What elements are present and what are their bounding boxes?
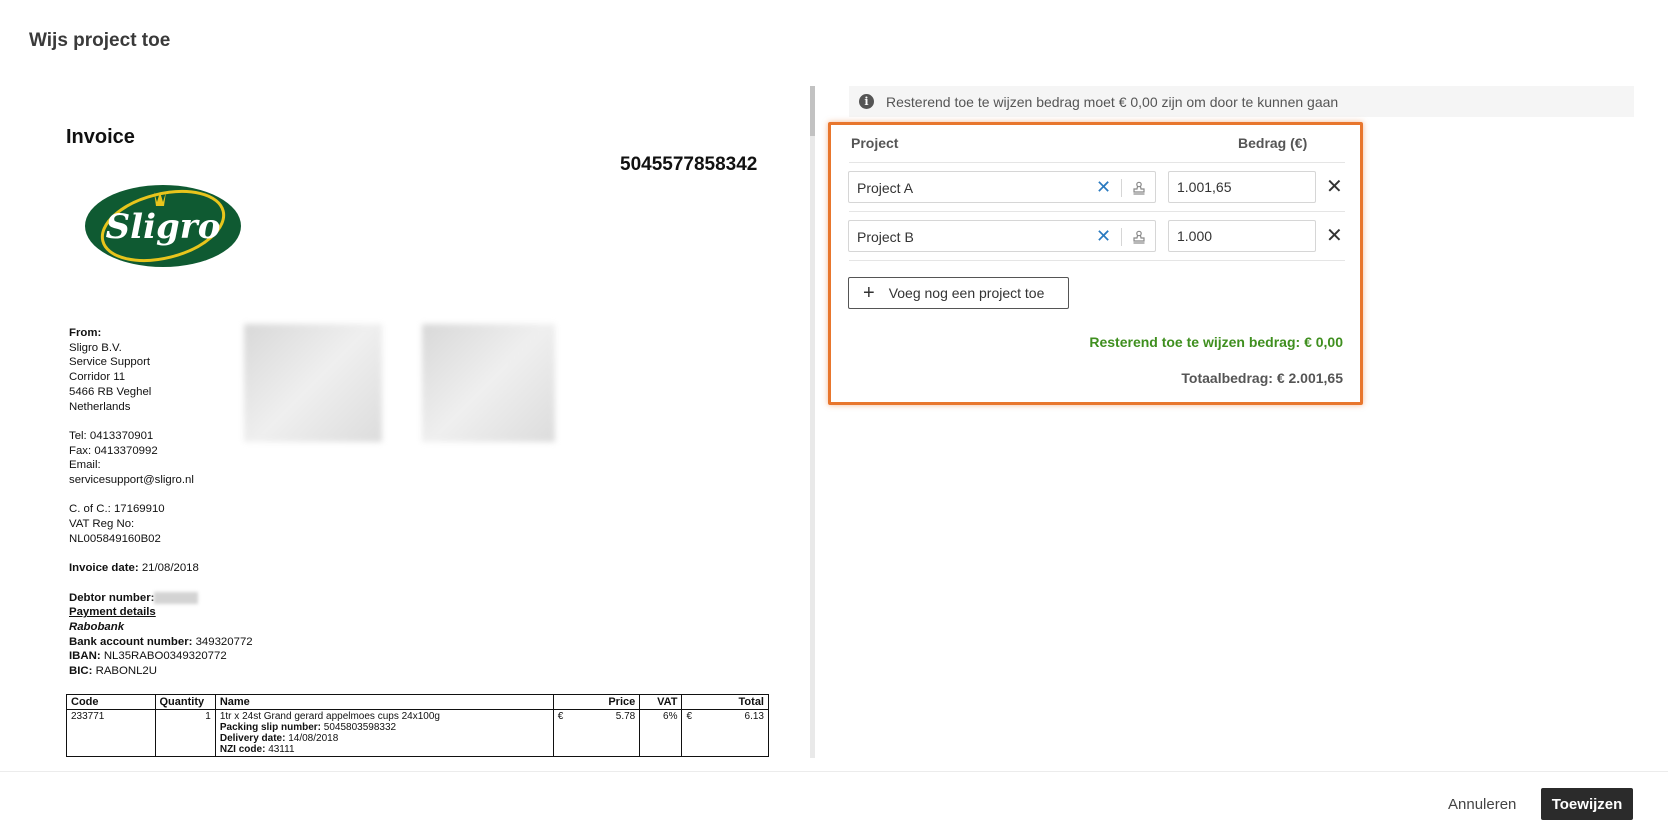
project-select-value: Project B <box>857 229 914 245</box>
field-separator <box>1121 228 1122 246</box>
add-project-button[interactable]: + Voeg nog een project toe <box>848 277 1069 309</box>
row-divider <box>849 211 1345 212</box>
invoice-number: 5045577858342 <box>620 154 758 175</box>
invoice-preview[interactable]: Invoice 5045577858342 Sligro From: Sligr… <box>0 86 812 758</box>
remaining-amount: Resterend toe te wijzen bedrag: € 0,00 <box>1089 334 1343 350</box>
column-header-project: Project <box>851 135 899 151</box>
row-divider <box>849 260 1345 261</box>
project-select-1[interactable]: Project A ✕ <box>848 171 1156 203</box>
info-message: Resterend toe te wijzen bedrag moet € 0,… <box>886 93 1339 110</box>
amount-input-1[interactable] <box>1168 171 1316 203</box>
preview-scrollbar[interactable] <box>810 86 815 758</box>
field-separator <box>1121 179 1122 197</box>
allocation-highlight <box>828 122 1363 405</box>
total-amount: Totaalbedrag: € 2.001,65 <box>1181 370 1343 386</box>
redacted-block <box>422 324 555 442</box>
project-select-2[interactable]: Project B ✕ <box>848 220 1156 252</box>
table-row: 233771 1 1tr x 24st Grand gerard appelmo… <box>66 709 769 757</box>
info-banner: i Resterend toe te wijzen bedrag moet € … <box>849 86 1634 117</box>
remove-row-icon[interactable]: ✕ <box>1326 226 1343 246</box>
column-header-amount: Bedrag (€) <box>1238 135 1308 151</box>
row-divider <box>849 162 1345 163</box>
modal-title: Wijs project toe <box>29 30 171 51</box>
plus-icon: + <box>863 282 875 304</box>
cancel-button[interactable]: Annuleren <box>1440 788 1524 820</box>
invoice-lines-table: Code Quantity Name Price VAT Total 23377… <box>66 694 769 757</box>
preview-scrollbar-thumb[interactable] <box>810 86 815 136</box>
stamp-icon[interactable] <box>1132 230 1146 244</box>
footer-divider <box>0 771 1668 772</box>
sligro-logo: Sligro <box>85 185 241 267</box>
redacted-block <box>244 324 382 442</box>
logo-text: Sligro <box>106 207 221 247</box>
assign-button[interactable]: Toewijzen <box>1541 788 1633 820</box>
add-project-label: Voeg nog een project toe <box>888 285 1045 301</box>
invoice-title: Invoice <box>66 126 135 148</box>
clear-project-icon[interactable]: ✕ <box>1096 176 1111 198</box>
amount-input-2[interactable] <box>1168 220 1316 252</box>
clear-project-icon[interactable]: ✕ <box>1096 225 1111 247</box>
remove-row-icon[interactable]: ✕ <box>1326 177 1343 197</box>
redacted-debtor <box>154 591 199 604</box>
project-select-value: Project A <box>857 180 914 196</box>
sender-block: From: Sligro B.V. Service Support Corrid… <box>69 327 253 678</box>
info-icon: i <box>859 94 874 109</box>
stamp-icon[interactable] <box>1132 181 1146 195</box>
